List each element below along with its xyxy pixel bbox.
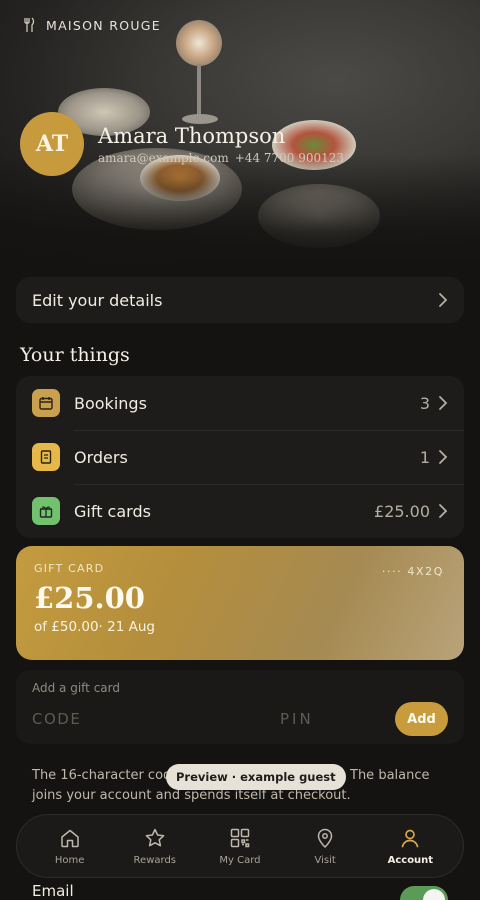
profile-contact: amara@example.com +44 7700 900123 (98, 151, 344, 165)
chevron-right-icon (439, 504, 448, 518)
your-things-list: Bookings 3 Orders 1 Gift cards £25.00 (16, 376, 464, 538)
chevron-right-icon (439, 396, 448, 410)
gift-card-balance: £25.00 (34, 581, 145, 615)
list-item-label: Orders (74, 447, 128, 467)
tab-label: My Card (219, 854, 261, 866)
section-title-your-things: Your things (20, 344, 130, 366)
gift-card-expiry: · 21 Aug (98, 619, 155, 635)
profile-email: amara@example.com (98, 151, 229, 165)
email-preference-toggle[interactable] (400, 886, 448, 900)
list-item-balance: £25.00 (374, 501, 430, 521)
gift-card[interactable]: GIFT CARD ···· 4X2Q £25.00 of £50.00· 21… (16, 546, 464, 660)
list-item-count: 1 (419, 447, 430, 467)
gift-card-pin-input[interactable]: PIN (280, 710, 314, 728)
star-icon (145, 828, 165, 846)
map-pin-icon (317, 828, 333, 848)
edit-details-row[interactable]: Edit your details (16, 277, 464, 323)
profile-summary: AT Amara Thompson amara@example.com +44 … (20, 112, 344, 176)
tab-home[interactable]: Home (30, 827, 110, 866)
receipt-icon (32, 443, 60, 471)
add-gift-card-button[interactable]: Add (395, 702, 448, 736)
user-icon (401, 829, 419, 847)
tab-my-card[interactable]: My Card (200, 827, 280, 866)
gift-card-total: of £50.00 (34, 619, 99, 635)
edit-details-label: Edit your details (32, 290, 163, 310)
email-preference-label: Email (32, 882, 74, 900)
gift-icon (32, 497, 60, 525)
add-gift-card-title: Add a gift card (32, 681, 120, 695)
tab-account[interactable]: Account (370, 827, 450, 866)
profile-name: Amara Thompson (98, 124, 286, 148)
tab-label: Visit (314, 854, 336, 866)
bottom-tab-bar: Home Rewards My Card Visit Account (16, 814, 464, 878)
chevron-right-icon (439, 293, 448, 307)
add-gift-card-form: Add a gift card CODE PIN Add (16, 670, 464, 744)
hero-banner: MAISON ROUGE AT Amara Thompson amara@exa… (0, 0, 480, 265)
tab-label: Rewards (133, 854, 176, 866)
list-item-orders[interactable]: Orders 1 (16, 430, 464, 484)
brand-name: MAISON ROUGE (46, 17, 161, 33)
list-item-count: 3 (419, 393, 430, 413)
avatar: AT (20, 112, 84, 176)
calendar-icon (32, 389, 60, 417)
fork-knife-monogram-icon (24, 17, 35, 32)
gift-card-code: ···· 4X2Q (382, 565, 444, 578)
tab-label: Home (54, 854, 85, 866)
gift-card-code-suffix: 4X2Q (407, 565, 444, 578)
chevron-right-icon (439, 450, 448, 464)
tab-label: Account (387, 854, 434, 866)
gift-card-code-input[interactable]: CODE (32, 710, 81, 728)
home-icon (60, 829, 79, 847)
profile-phone: +44 7700 900123 (234, 151, 345, 165)
list-item-label: Gift cards (74, 501, 151, 521)
tab-visit[interactable]: Visit (285, 827, 365, 866)
list-item-bookings[interactable]: Bookings 3 (16, 376, 464, 430)
brand[interactable]: MAISON ROUGE (22, 17, 161, 33)
tab-rewards[interactable]: Rewards (115, 827, 195, 866)
gift-card-details: of £50.00· 21 Aug (34, 619, 446, 635)
preview-badge: Preview · example guest (166, 764, 346, 790)
gift-card-code-mask: ···· (381, 565, 403, 578)
list-item-label: Bookings (74, 393, 147, 413)
list-item-gift-cards[interactable]: Gift cards £25.00 (16, 484, 464, 538)
hero-glass (176, 20, 222, 66)
qr-code-icon (230, 828, 250, 847)
